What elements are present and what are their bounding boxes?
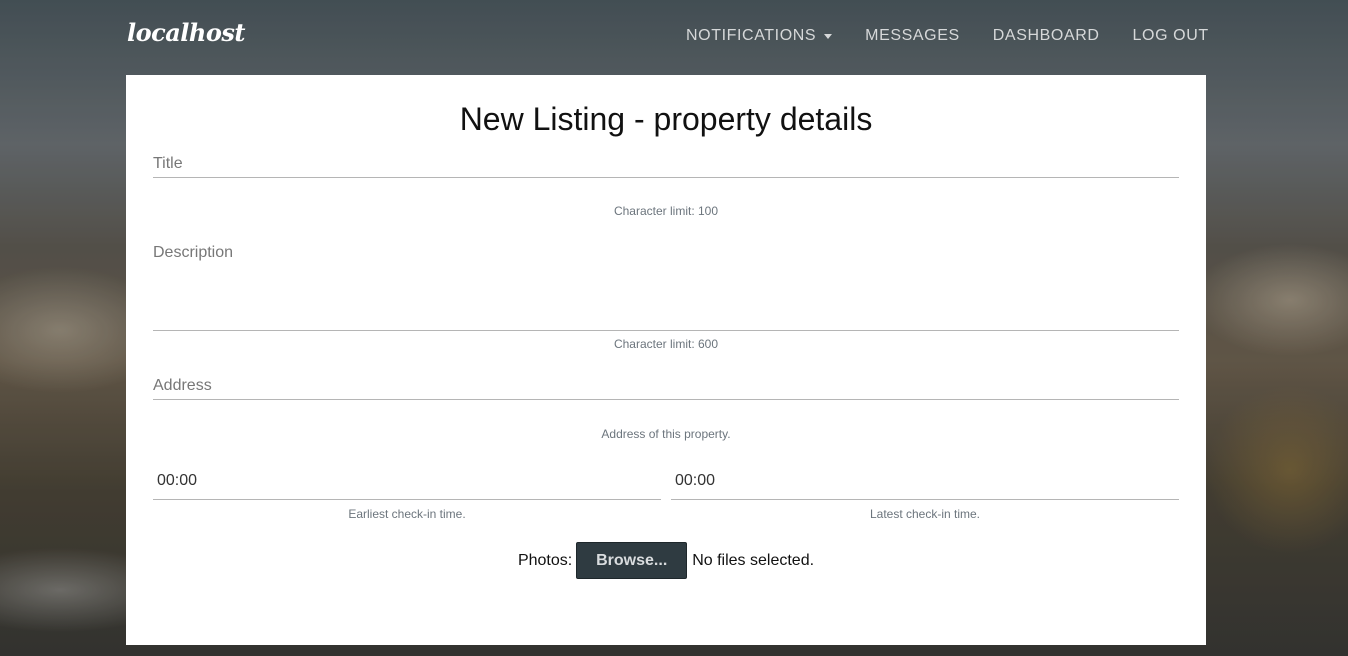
nav-messages[interactable]: MESSAGES <box>865 27 960 45</box>
title-hint: Character limit: 100 <box>613 204 719 218</box>
title-input[interactable]: Title <box>153 153 1179 178</box>
latest-checkin-value: 00:00 <box>675 472 716 489</box>
earliest-checkin-input[interactable]: 00:00 <box>153 463 661 500</box>
listing-form-card: New Listing - property details Title Cha… <box>126 75 1206 645</box>
description-placeholder: Description <box>153 244 234 261</box>
top-navbar: localhost NOTIFICATIONS MESSAGES DASHBOA… <box>0 0 1348 75</box>
nav-dashboard[interactable]: DASHBOARD <box>993 27 1100 45</box>
photos-upload: Photos: Browse... No files selected. <box>126 542 1206 579</box>
nav-logout[interactable]: LOG OUT <box>1133 27 1209 45</box>
earliest-checkin-hint: Earliest check-in time. <box>348 507 466 521</box>
earliest-checkin-value: 00:00 <box>157 472 198 489</box>
brand-logo[interactable]: localhost <box>127 18 245 47</box>
nav-notifications-label: NOTIFICATIONS <box>686 27 817 44</box>
photos-label: Photos: <box>517 551 573 569</box>
nav-notifications[interactable]: NOTIFICATIONS <box>686 27 833 45</box>
address-input[interactable]: Address <box>153 375 1179 400</box>
latest-checkin-hint: Latest check-in time. <box>869 507 981 521</box>
browse-button[interactable]: Browse... <box>576 542 688 579</box>
description-textarea[interactable]: Description <box>153 242 1179 331</box>
latest-checkin-input[interactable]: 00:00 <box>671 463 1179 500</box>
description-hint: Character limit: 600 <box>613 337 719 351</box>
address-hint: Address of this property. <box>601 427 731 441</box>
photos-status: No files selected. <box>692 551 815 569</box>
nav-logout-label: LOG OUT <box>1132 27 1209 44</box>
nav-menu: NOTIFICATIONS MESSAGES DASHBOARD LOG OUT <box>686 27 1209 45</box>
title-placeholder: Title <box>153 155 183 172</box>
nav-messages-label: MESSAGES <box>865 27 960 44</box>
nav-dashboard-label: DASHBOARD <box>992 27 1100 44</box>
address-placeholder: Address <box>153 377 212 394</box>
page-title: New Listing - property details <box>459 101 873 137</box>
caret-down-icon <box>824 33 833 39</box>
